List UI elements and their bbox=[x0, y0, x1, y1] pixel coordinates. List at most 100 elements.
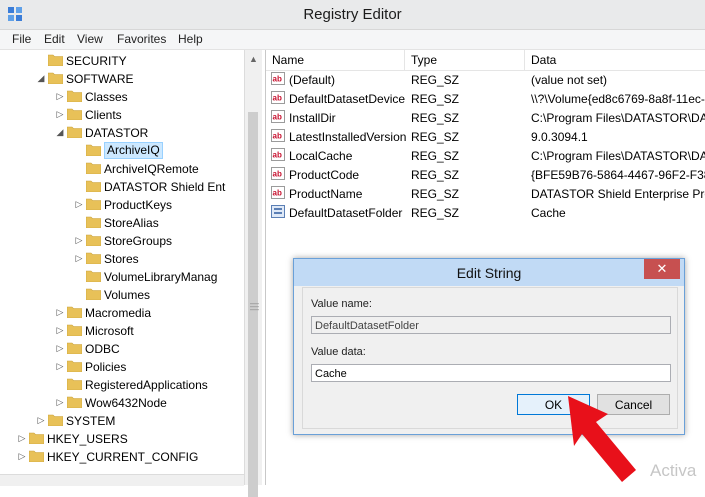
folder-icon bbox=[86, 198, 101, 210]
tree-horizontal-scrollbar[interactable] bbox=[0, 474, 244, 486]
row-name: DefaultDatasetDevice bbox=[289, 92, 406, 106]
menu-file[interactable]: File bbox=[12, 32, 31, 46]
tree-item[interactable]: ▷ HKEY_USERS bbox=[0, 430, 240, 448]
row-type: REG_SZ bbox=[411, 168, 460, 182]
tree-item[interactable]: ▷ Microsoft bbox=[0, 322, 240, 340]
folder-icon bbox=[48, 72, 63, 84]
title-bar: Registry Editor bbox=[0, 0, 705, 30]
folder-icon bbox=[67, 360, 82, 372]
tree-item[interactable]: ▷ Clients bbox=[0, 106, 240, 124]
tree-item[interactable]: RegisteredApplications bbox=[0, 376, 240, 394]
expand-arrow-icon[interactable]: ▷ bbox=[74, 199, 84, 210]
expand-arrow-icon[interactable]: ▷ bbox=[74, 253, 84, 264]
menu-bar: File Edit View Favorites Help bbox=[0, 30, 705, 50]
table-row[interactable]: ab LocalCache REG_SZ C:\Program Files\DATAS… bbox=[266, 146, 705, 165]
expand-arrow-icon[interactable]: ▷ bbox=[17, 451, 27, 462]
expand-arrow-icon[interactable]: ▷ bbox=[55, 361, 65, 372]
tree-item-label: StoreAlias bbox=[104, 216, 159, 230]
tree-item[interactable]: ▷ Classes bbox=[0, 88, 240, 106]
tree-item-label: StoreGroups bbox=[104, 234, 173, 248]
tree-item[interactable]: SECURITY bbox=[0, 52, 240, 70]
tree-item-label: HKEY_CURRENT_CONFIG bbox=[47, 450, 199, 464]
expand-arrow-icon[interactable]: ▷ bbox=[55, 325, 65, 336]
tree-item[interactable]: ◢ DATASTOR bbox=[0, 124, 240, 142]
expand-arrow-icon[interactable]: ▷ bbox=[55, 397, 65, 408]
dialog-close-button[interactable]: ✕ bbox=[644, 259, 680, 279]
tree-item-label: SYSTEM bbox=[66, 414, 116, 428]
tree-item[interactable]: ▷ Macromedia bbox=[0, 304, 240, 322]
row-name: (Default) bbox=[289, 73, 336, 87]
table-row[interactable]: ab DefaultDatasetDevice REG_SZ \\?\Volume{e… bbox=[266, 89, 705, 108]
svg-text:ab: ab bbox=[273, 132, 282, 141]
tree-item[interactable]: ▷ ProductKeys bbox=[0, 196, 240, 214]
value-data-input[interactable]: Cache bbox=[311, 364, 671, 382]
expand-arrow-icon[interactable]: ▷ bbox=[55, 307, 65, 318]
tree-item[interactable]: Volumes bbox=[0, 286, 240, 304]
tree-item[interactable]: ▷ SYSTEM bbox=[0, 412, 240, 430]
column-header-name[interactable]: Name bbox=[266, 50, 405, 71]
tree-item[interactable]: ArchiveIQRemote bbox=[0, 160, 240, 178]
table-row[interactable]: ab ProductCode REG_SZ {BFE59B76-5864-4467-9… bbox=[266, 165, 705, 184]
string-value-icon: ab bbox=[271, 186, 285, 199]
column-header-data[interactable]: Data bbox=[525, 50, 705, 71]
expand-arrow-icon[interactable]: ▷ bbox=[17, 433, 27, 444]
menu-favorites[interactable]: Favorites bbox=[117, 32, 166, 46]
string-value-icon: ab bbox=[271, 110, 285, 123]
column-header-type[interactable]: Type bbox=[405, 50, 525, 71]
expand-arrow-icon[interactable]: ▷ bbox=[55, 109, 65, 120]
tree-vertical-scrollbar[interactable]: ▲ — — — bbox=[244, 50, 262, 497]
row-data: DATASTOR Shield Enterprise Prot bbox=[531, 187, 705, 201]
tree-item[interactable]: ▷ StoreGroups bbox=[0, 232, 240, 250]
expand-arrow-icon[interactable]: ▷ bbox=[55, 91, 65, 102]
folder-icon bbox=[29, 432, 44, 444]
red-pointer-arrow-icon bbox=[568, 396, 636, 482]
tree-item[interactable]: DATASTOR Shield Ent bbox=[0, 178, 240, 196]
row-type: REG_SZ bbox=[411, 73, 460, 87]
folder-icon bbox=[86, 162, 101, 174]
string-value-icon: ab bbox=[271, 72, 285, 85]
tree-item[interactable]: ArchiveIQ bbox=[0, 142, 240, 160]
tree-item[interactable]: ▷ Stores bbox=[0, 250, 240, 268]
tree-item-label: ProductKeys bbox=[104, 198, 173, 212]
tree-item[interactable]: ▷ Policies bbox=[0, 358, 240, 376]
svg-text:ab: ab bbox=[273, 170, 282, 179]
menu-edit[interactable]: Edit bbox=[44, 32, 65, 46]
table-row[interactable]: ab (Default) REG_SZ (value not set) bbox=[266, 70, 705, 89]
tree-item-label: VolumeLibraryManag bbox=[104, 270, 218, 284]
tree-item[interactable]: ◢ SOFTWARE bbox=[0, 70, 240, 88]
expand-arrow-icon[interactable]: ▷ bbox=[74, 235, 84, 246]
row-name: LocalCache bbox=[289, 149, 353, 163]
folder-icon bbox=[86, 234, 101, 246]
tree-item[interactable]: StoreAlias bbox=[0, 214, 240, 232]
table-row[interactable]: ab InstallDir REG_SZ C:\Program Files\DATAS… bbox=[266, 108, 705, 127]
row-data: C:\Program Files\DATASTOR\DAT bbox=[531, 111, 705, 125]
registry-key-tree[interactable]: SECURITY ◢ SOFTWARE ▷ Classes ▷ Clients ◢ DATAST… bbox=[0, 50, 245, 485]
tree-item[interactable]: ▷ ODBC bbox=[0, 340, 240, 358]
value-name-field[interactable]: DefaultDatasetFolder bbox=[311, 316, 671, 334]
expand-arrow-icon[interactable]: ▷ bbox=[55, 343, 65, 354]
tree-item[interactable]: VolumeLibraryManag bbox=[0, 268, 240, 286]
value-data-label: Value data: bbox=[311, 346, 366, 358]
folder-icon bbox=[86, 288, 101, 300]
string-value-icon: ab bbox=[271, 148, 285, 161]
folder-icon bbox=[48, 54, 63, 66]
tree-item[interactable]: ▷ Wow6432Node bbox=[0, 394, 240, 412]
tree-item-label: Wow6432Node bbox=[85, 396, 167, 410]
tree-item[interactable]: ▷ HKEY_CURRENT_CONFIG bbox=[0, 448, 240, 466]
column-name-label: Name bbox=[272, 53, 305, 67]
tree-item-label: ODBC bbox=[85, 342, 120, 356]
scroll-up-arrow-icon[interactable]: ▲ bbox=[249, 54, 258, 64]
menu-help[interactable]: Help bbox=[178, 32, 203, 46]
menu-view[interactable]: View bbox=[77, 32, 103, 46]
table-row[interactable]: DefaultDatasetFolder REG_SZ Cache bbox=[266, 203, 705, 222]
collapse-arrow-icon[interactable]: ◢ bbox=[36, 73, 46, 84]
tree-item-label: Stores bbox=[104, 252, 139, 266]
table-row[interactable]: ab ProductName REG_SZ DATASTOR Shield Enter… bbox=[266, 184, 705, 203]
row-type: REG_SZ bbox=[411, 187, 460, 201]
string-value-icon: ab bbox=[271, 91, 285, 104]
row-data: Cache bbox=[531, 206, 566, 220]
row-name: DefaultDatasetFolder bbox=[289, 206, 403, 220]
collapse-arrow-icon[interactable]: ◢ bbox=[55, 127, 65, 138]
table-row[interactable]: ab LatestInstalledVersion REG_SZ 9.0.3094.1 bbox=[266, 127, 705, 146]
expand-arrow-icon[interactable]: ▷ bbox=[36, 415, 46, 426]
